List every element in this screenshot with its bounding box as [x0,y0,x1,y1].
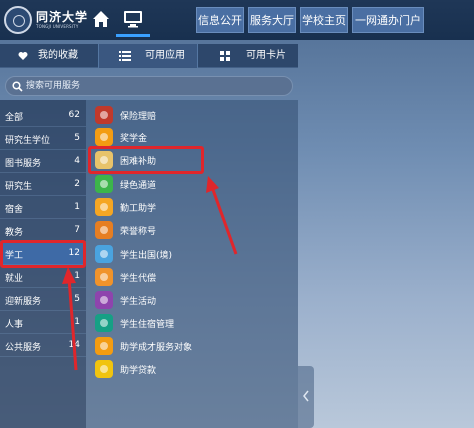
annotation-arrows [62,176,238,371]
arrow-head-icon [62,267,76,284]
arrow-head-icon [206,176,219,193]
